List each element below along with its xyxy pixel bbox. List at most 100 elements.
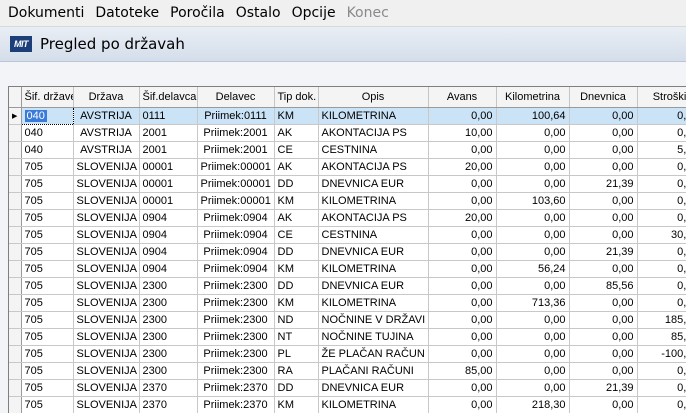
grid-cell[interactable]: 2001 [139,124,198,142]
grid-cell[interactable]: 0904 [139,243,198,261]
table-row[interactable]: 705 SLOVENIJA 0904 Priimek:0904 AK AKONTACIJA… [9,209,686,227]
grid-cell[interactable]: AVSTRIJA [73,141,140,159]
grid-cell[interactable]: 0,00 [496,362,570,380]
grid-cell[interactable]: 0904 [139,260,198,278]
grid-cell[interactable]: 0,00 [637,260,686,278]
grid-cell[interactable]: SLOVENIJA [73,243,140,261]
grid-cell[interactable]: DD [274,243,319,261]
grid-cell[interactable]: 0,00 [428,396,497,413]
grid-cell[interactable]: 705 [21,294,74,312]
grid-cell[interactable]: 705 [21,158,74,176]
grid-cell[interactable]: Priimek:0904 [197,226,275,244]
grid-cell[interactable]: 0,00 [428,345,497,363]
grid-cell[interactable]: DNEVNICA EUR [318,379,429,397]
grid-cell[interactable]: CESTNINA [318,141,429,159]
grid-cell[interactable]: SLOVENIJA [73,277,140,295]
grid-cell[interactable]: AKONTACIJA PS [318,158,429,176]
grid-cell[interactable]: 0,00 [569,158,638,176]
grid-cell[interactable]: 0,00 [637,175,686,193]
grid-cell[interactable]: KILOMETRINA [318,396,429,413]
grid-cell[interactable]: AK [274,158,319,176]
grid-cell[interactable]: ND [274,311,319,329]
col-header-dnevnica[interactable]: Dnevnica [569,87,638,108]
grid-cell[interactable]: 0,00 [637,209,686,227]
row-indicator[interactable] [9,362,22,380]
grid-cell[interactable]: 2370 [139,379,198,397]
table-row[interactable]: 705 SLOVENIJA 2300 Priimek:2300 KM KILOMETRIN… [9,294,686,312]
grid-cell[interactable]: 705 [21,379,74,397]
grid-cell[interactable]: 0,00 [569,396,638,413]
grid-cell[interactable]: CE [274,226,319,244]
table-row[interactable]: ▶ 040 AVSTRIJA 0111 Priimek:0111 KM KILOMETRIN… [9,106,686,125]
row-indicator[interactable] [9,379,22,397]
table-row[interactable]: 705 SLOVENIJA 2370 Priimek:2370 DD DNEVNICA E… [9,379,686,397]
grid-cell[interactable]: 0,00 [428,226,497,244]
table-row[interactable]: 705 SLOVENIJA 00001 Priimek:00001 AK AKONTACI… [9,158,686,176]
grid-cell[interactable]: 21,39 [569,243,638,261]
grid-cell[interactable]: KM [274,192,319,210]
table-row[interactable]: 705 SLOVENIJA 00001 Priimek:00001 KM KILOMETR… [9,192,686,210]
grid-cell[interactable]: 20,00 [428,209,497,227]
grid-cell[interactable]: Priimek:00001 [197,158,275,176]
grid-cell[interactable]: 705 [21,328,74,346]
grid-cell[interactable]: 705 [21,226,74,244]
grid-cell[interactable]: NOČNINE TUJINA [318,328,429,346]
grid-cell[interactable]: 040 [21,141,74,159]
grid-cell[interactable]: KILOMETRINA [318,260,429,278]
grid-cell[interactable]: 0,00 [496,226,570,244]
grid-cell[interactable]: 0,00 [428,192,497,210]
grid-cell[interactable]: 0,00 [496,243,570,261]
grid-cell[interactable]: SLOVENIJA [73,158,140,176]
grid-cell[interactable]: Priimek:2370 [197,379,275,397]
grid-cell[interactable]: SLOVENIJA [73,362,140,380]
table-row[interactable]: 705 SLOVENIJA 2300 Priimek:2300 PL ŽE PLAČAN … [9,345,686,363]
row-indicator[interactable] [9,328,22,346]
grid-cell[interactable]: DD [274,379,319,397]
grid-cell[interactable]: 0,00 [569,226,638,244]
grid-cell[interactable]: Priimek:2300 [197,345,275,363]
grid-cell[interactable]: Priimek:2300 [197,328,275,346]
grid-cell[interactable]: 2300 [139,311,198,329]
table-row[interactable]: 705 SLOVENIJA 2300 Priimek:2300 NT NOČNINE TU… [9,328,686,346]
col-header-opis[interactable]: Opis [318,87,429,108]
table-row[interactable]: 040 AVSTRIJA 2001 Priimek:2001 CE CESTNINA 0,0… [9,141,686,159]
grid-cell[interactable]: 705 [21,243,74,261]
grid-cell[interactable]: NT [274,328,319,346]
table-row[interactable]: 705 SLOVENIJA 2370 Priimek:2370 KM KILOMETRIN… [9,396,686,413]
grid-cell[interactable]: DD [274,277,319,295]
grid-cell[interactable]: Priimek:2300 [197,294,275,312]
grid-cell[interactable]: AK [274,209,319,227]
grid-cell[interactable]: KILOMETRINA [318,192,429,210]
grid-cell[interactable]: 0,00 [428,107,497,125]
grid-cell[interactable]: 713,36 [496,294,570,312]
grid-cell[interactable]: 85,00 [428,362,497,380]
grid-cell[interactable]: KILOMETRINA [318,107,429,125]
grid-cell[interactable]: Priimek:0904 [197,260,275,278]
grid-cell[interactable]: 0,00 [569,362,638,380]
grid-cell[interactable]: KM [274,294,319,312]
table-row[interactable]: 705 SLOVENIJA 0904 Priimek:0904 DD DNEVNICA E… [9,243,686,261]
grid-cell[interactable]: CESTNINA [318,226,429,244]
grid-cell[interactable]: 0,00 [496,175,570,193]
grid-cell[interactable]: Priimek:00001 [197,192,275,210]
menu-porocila[interactable]: Poročila [166,0,232,27]
grid-cell[interactable]: DNEVNICA EUR [318,243,429,261]
grid-cell[interactable]: 0,00 [637,124,686,142]
table-row[interactable]: 705 SLOVENIJA 2300 Priimek:2300 RA PLAČANI RA… [9,362,686,380]
menu-opcije[interactable]: Opcije [288,0,343,27]
table-row[interactable]: 705 SLOVENIJA 0904 Priimek:0904 KM KILOMETRIN… [9,260,686,278]
grid-cell[interactable]: 218,30 [496,396,570,413]
grid-cell[interactable]: SLOVENIJA [73,294,140,312]
grid-cell[interactable]: 0,00 [496,141,570,159]
grid-cell[interactable]: 705 [21,175,74,193]
menu-ostalo[interactable]: Ostalo [232,0,288,27]
col-header-avans[interactable]: Avans [428,87,497,108]
table-row[interactable]: 705 SLOVENIJA 2300 Priimek:2300 DD DNEVNICA E… [9,277,686,295]
row-indicator[interactable] [9,345,22,363]
grid-cell[interactable]: 0,00 [637,379,686,397]
grid-cell[interactable]: 705 [21,277,74,295]
grid-cell[interactable]: 0,00 [569,107,638,125]
grid-cell[interactable]: AKONTACIJA PS [318,124,429,142]
grid-cell[interactable]: 2300 [139,277,198,295]
grid-cell[interactable]: 20,00 [428,158,497,176]
